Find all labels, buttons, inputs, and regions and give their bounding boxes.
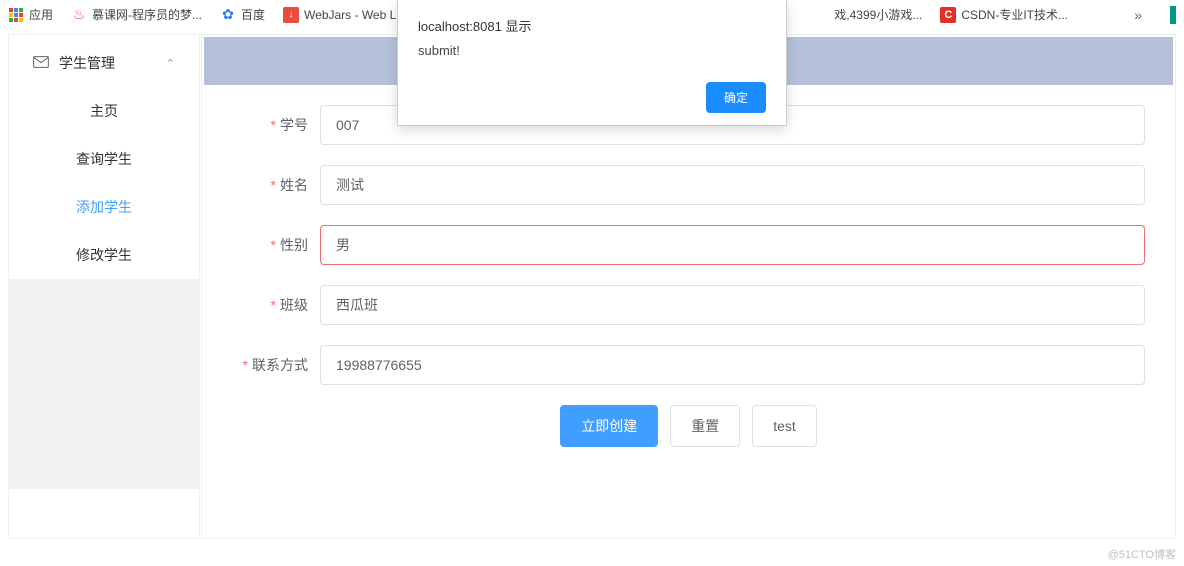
label-contact: *联系方式 — [232, 355, 320, 375]
bookmark-baidu[interactable]: ✿ 百度 — [220, 6, 265, 23]
sidebar-item-query[interactable]: 查询学生 — [9, 135, 199, 183]
csdn-icon: C — [940, 7, 956, 23]
bookmark-label: 戏,4399小游戏... — [834, 6, 922, 23]
form-row-class: *班级 — [232, 285, 1145, 325]
fire-icon: ♨ — [71, 7, 87, 23]
bookmark-label: CSDN-专业IT技术... — [961, 6, 1068, 23]
form-row-gender: *性别 — [232, 225, 1145, 265]
sidebar-header[interactable]: 学生管理 ⌃ — [9, 35, 199, 87]
dialog-ok-button[interactable]: 确定 — [706, 82, 766, 113]
bookmark-label: 应用 — [29, 6, 53, 23]
envelope-icon — [33, 55, 49, 71]
bookmark-label: WebJars - Web L — [304, 8, 396, 22]
sidebar-item-home[interactable]: 主页 — [9, 87, 199, 135]
sidebar-item-add[interactable]: 添加学生 — [9, 183, 199, 231]
sidebar-item-edit[interactable]: 修改学生 — [9, 231, 199, 279]
bookmark-overflow-icon[interactable]: » — [1134, 7, 1148, 23]
bookmark-imooc[interactable]: ♨ 慕课网-程序员的梦... — [71, 6, 202, 23]
chevron-up-icon: ⌃ — [166, 57, 175, 70]
sidebar-header-label: 学生管理 — [59, 53, 115, 73]
watermark: @51CTO博客 — [1108, 546, 1176, 562]
input-contact[interactable] — [320, 345, 1145, 385]
dialog-title: localhost:8081 显示 — [418, 16, 766, 35]
bookmark-csdn[interactable]: C CSDN-专业IT技术... — [940, 6, 1068, 23]
test-button[interactable]: test — [752, 405, 817, 447]
input-class[interactable] — [320, 285, 1145, 325]
input-gender[interactable] — [320, 225, 1145, 265]
webjars-icon: ↓ — [283, 7, 299, 23]
bookmark-game[interactable]: 戏,4399小游戏... — [834, 6, 922, 23]
apps-grid-icon — [8, 7, 24, 23]
dialog-message: submit! — [418, 43, 766, 58]
sidebar: 学生管理 ⌃ 主页 查询学生 添加学生 修改学生 — [8, 34, 200, 539]
submit-button[interactable]: 立即创建 — [560, 405, 658, 447]
bookmark-label: 百度 — [241, 6, 265, 23]
right-edge-indicator — [1170, 6, 1176, 24]
form-actions: 立即创建 重置 test — [232, 405, 1145, 447]
bookmark-label: 慕课网-程序员的梦... — [92, 6, 202, 23]
label-class: *班级 — [232, 295, 320, 315]
form-row-name: *姓名 — [232, 165, 1145, 205]
bookmark-webjars[interactable]: ↓ WebJars - Web L — [283, 7, 396, 23]
alert-dialog: localhost:8081 显示 submit! 确定 — [397, 0, 787, 126]
sidebar-spacer — [9, 279, 199, 489]
label-sno: *学号 — [232, 115, 320, 135]
reset-button[interactable]: 重置 — [670, 405, 740, 447]
label-name: *姓名 — [232, 175, 320, 195]
input-name[interactable] — [320, 165, 1145, 205]
paw-icon: ✿ — [220, 7, 236, 23]
form-row-contact: *联系方式 — [232, 345, 1145, 385]
bookmark-apps[interactable]: 应用 — [8, 6, 53, 23]
label-gender: *性别 — [232, 235, 320, 255]
student-form: *学号 *姓名 *性别 *班级 *联系方式 立即创建 重置 — [202, 85, 1175, 475]
